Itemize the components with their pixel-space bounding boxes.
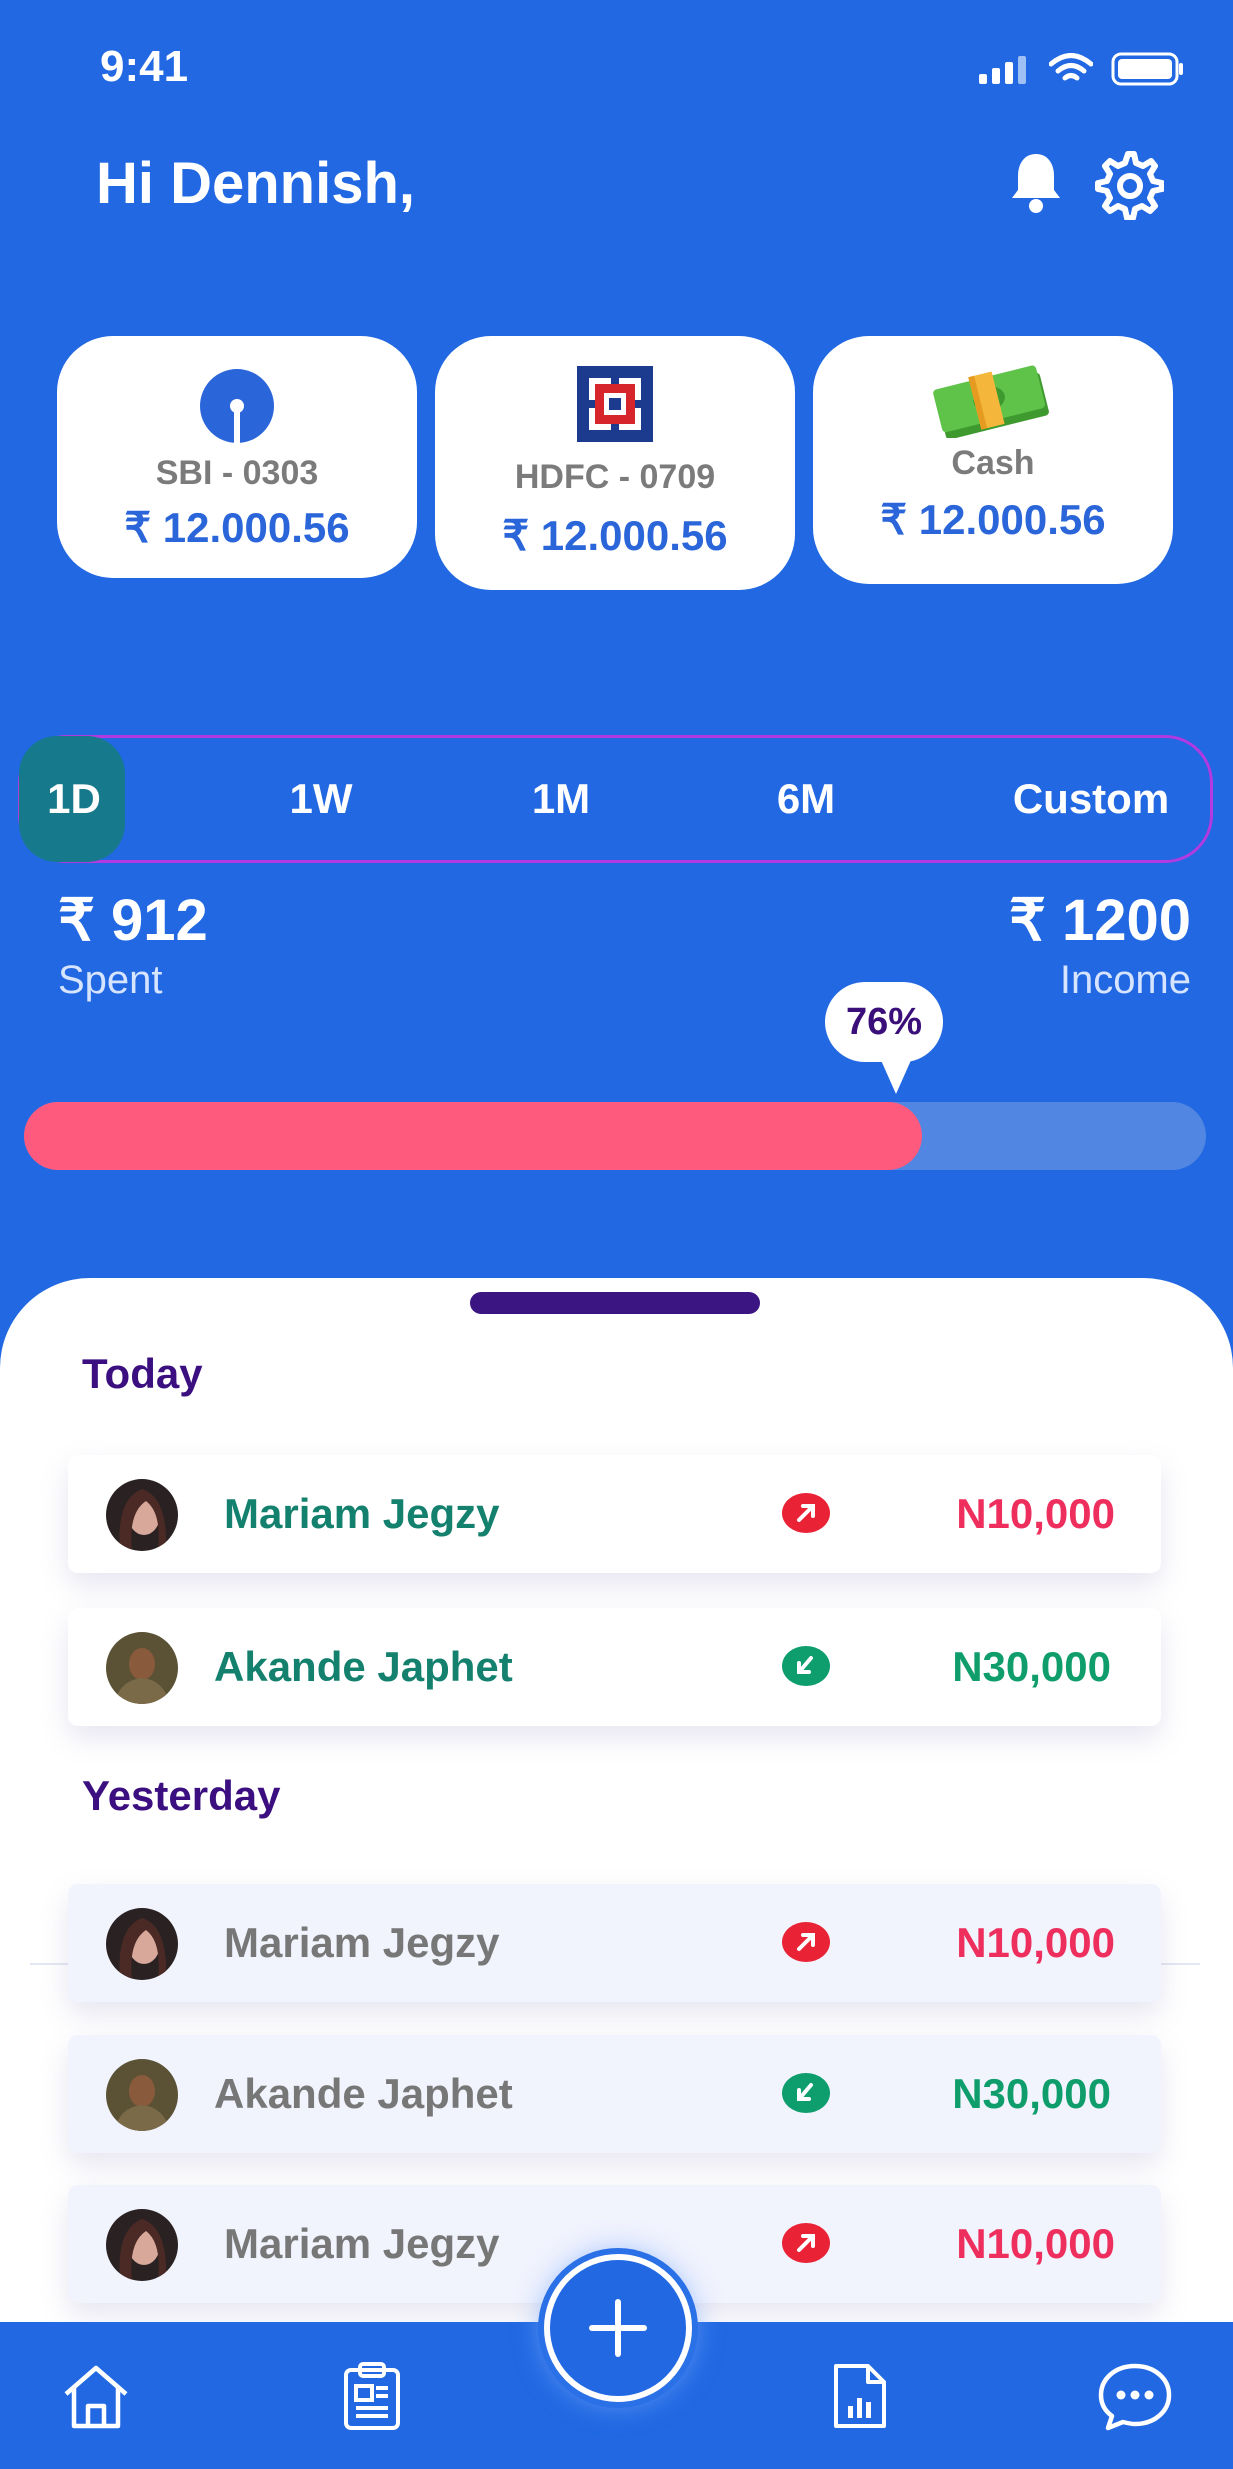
transaction-row[interactable]: Mariam Jegzy N10,000 [68, 1455, 1161, 1573]
avatar [106, 1632, 178, 1704]
account-card-sbi[interactable]: SBI - 0303 ₹ 12.000.56 [57, 336, 417, 578]
transaction-amount: N10,000 [956, 1490, 1115, 1537]
transaction-name: Mariam Jegzy [224, 1919, 500, 1966]
account-name: SBI - 0303 [155, 454, 319, 492]
sheet-drag-handle[interactable] [470, 1292, 760, 1314]
bell-icon[interactable] [1008, 150, 1064, 214]
income-label: Income [1059, 958, 1191, 1002]
account-balance: ₹ 12.000.56 [502, 512, 728, 559]
incoming-icon [782, 1646, 830, 1686]
transaction-row[interactable]: Mariam Jegzy N10,000 [68, 1884, 1161, 2002]
transaction-amount: N10,000 [956, 1919, 1115, 1966]
outgoing-icon [782, 1493, 830, 1533]
transaction-row[interactable]: Akande Japhet N30,000 [68, 2035, 1161, 2153]
outgoing-icon [782, 2223, 830, 2263]
period-6m[interactable]: 6M [726, 738, 886, 860]
status-icons [979, 52, 1185, 86]
avatar [106, 1479, 178, 1551]
spent-amount: ₹ 912 [58, 888, 208, 953]
chat-icon[interactable] [1096, 2360, 1174, 2432]
home-icon[interactable] [60, 2360, 132, 2432]
cash-icon [933, 365, 1049, 438]
account-name: HDFC - 0709 [514, 458, 716, 496]
status-time: 9:41 [100, 42, 189, 91]
transaction-row[interactable]: Akande Japhet N30,000 [68, 1608, 1161, 1726]
income-amount: ₹ 1200 [1008, 888, 1191, 953]
sbi-logo-icon [200, 369, 274, 444]
transaction-amount: N30,000 [952, 1643, 1111, 1690]
period-selector: 1D 1W 1M 6M Custom [18, 735, 1213, 863]
add-icon [589, 2299, 647, 2357]
period-1w[interactable]: 1W [241, 738, 401, 860]
add-transaction-button[interactable] [544, 2254, 692, 2402]
report-icon[interactable] [824, 2360, 896, 2432]
spent-progress-fill [24, 1102, 923, 1170]
account-balance: ₹ 12.000.56 [124, 504, 350, 551]
account-card-hdfc[interactable]: HDFC - 0709 ₹ 12.000.56 [435, 336, 795, 590]
gear-icon[interactable] [1092, 148, 1164, 220]
spent-progress-track [24, 1102, 1206, 1170]
percent-bubble: 76% [825, 982, 943, 1062]
section-yesterday: Yesterday [82, 1772, 281, 1819]
avatar [106, 2209, 178, 2281]
outgoing-icon [782, 1922, 830, 1962]
spent-label: Spent [58, 958, 163, 1002]
period-1m[interactable]: 1M [481, 738, 641, 860]
transaction-name: Akande Japhet [214, 1643, 513, 1690]
transaction-amount: N10,000 [956, 2220, 1115, 2267]
transaction-name: Akande Japhet [214, 2070, 513, 2117]
greeting-text: Hi Dennish, [96, 151, 416, 216]
wifi-icon [1049, 53, 1093, 81]
signal-icon [979, 56, 1026, 84]
period-1d[interactable]: 1D [21, 738, 127, 860]
period-custom[interactable]: Custom [981, 738, 1201, 860]
incoming-icon [782, 2073, 830, 2113]
transaction-amount: N30,000 [952, 2070, 1111, 2117]
avatar [106, 2059, 178, 2131]
clipboard-icon[interactable] [336, 2360, 408, 2432]
section-today: Today [82, 1350, 203, 1397]
avatar [106, 1908, 178, 1980]
transaction-name: Mariam Jegzy [224, 1490, 500, 1537]
percent-bubble-tail [880, 1058, 912, 1094]
battery-icon [1111, 52, 1183, 86]
hdfc-logo-icon [577, 366, 653, 442]
account-name: Cash [951, 444, 1035, 482]
transaction-name: Mariam Jegzy [224, 2220, 500, 2267]
account-balance: ₹ 12.000.56 [880, 496, 1106, 543]
account-card-cash[interactable]: Cash ₹ 12.000.56 [813, 336, 1173, 584]
